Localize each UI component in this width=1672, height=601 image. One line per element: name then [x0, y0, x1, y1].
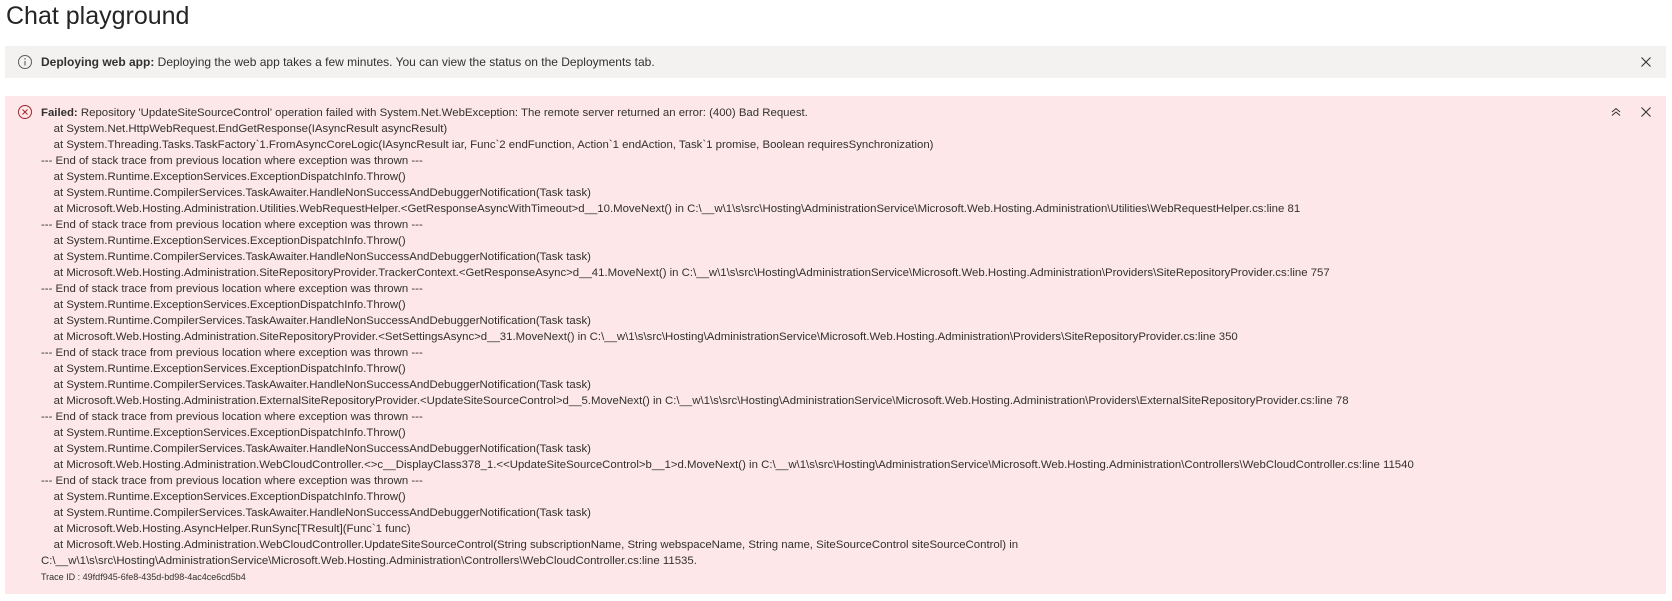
deployment-info-bar: Deploying web app: Deploying the web app… [5, 46, 1666, 78]
stack-trace-line: at System.Runtime.ExceptionServices.Exce… [41, 299, 406, 311]
stack-trace-line: at System.Threading.Tasks.TaskFactory`1.… [41, 139, 934, 151]
error-headline: Failed: Repository 'UpdateSiteSourceCont… [41, 105, 1414, 121]
stack-trace-line: C:\__w\1\s\src\Hosting\AdministrationSer… [41, 555, 697, 567]
collapse-button[interactable] [1608, 104, 1624, 120]
stack-trace-line: at System.Runtime.ExceptionServices.Exce… [41, 491, 406, 503]
stack-trace-line: at Microsoft.Web.Hosting.Administration.… [41, 267, 1330, 279]
stack-trace-line: at System.Runtime.CompilerServices.TaskA… [41, 379, 591, 391]
info-text: Deploying the web app takes a few minute… [154, 55, 655, 69]
stack-trace-line: --- End of stack trace from previous loc… [41, 347, 423, 359]
stack-trace-line: at Microsoft.Web.Hosting.Administration.… [41, 539, 1019, 551]
error-message-bar: Failed: Repository 'UpdateSiteSourceCont… [5, 96, 1666, 594]
stack-trace-line: at System.Runtime.CompilerServices.TaskA… [41, 251, 591, 263]
stack-trace-line: at Microsoft.Web.Hosting.Administration.… [41, 395, 1349, 407]
stack-trace-line: --- End of stack trace from previous loc… [41, 475, 423, 487]
stack-trace-line: at System.Runtime.ExceptionServices.Exce… [41, 427, 406, 439]
info-lead: Deploying web app: [41, 55, 155, 69]
stack-trace-line: at System.Runtime.CompilerServices.TaskA… [41, 315, 591, 327]
stack-trace-line: at System.Runtime.CompilerServices.TaskA… [41, 443, 591, 455]
stack-trace-line: at Microsoft.Web.Hosting.Administration.… [41, 203, 1301, 215]
close-icon [1641, 107, 1651, 117]
stack-trace-line: --- End of stack trace from previous loc… [41, 219, 423, 231]
error-close-button[interactable] [1638, 104, 1654, 120]
stack-trace-line: at System.Net.HttpWebRequest.EndGetRespo… [41, 123, 448, 135]
stack-trace-line: at System.Runtime.ExceptionServices.Exce… [41, 171, 406, 183]
stack-trace: at System.Net.HttpWebRequest.EndGetRespo… [41, 121, 1414, 569]
page-title: Chat playground [6, 2, 190, 30]
stack-trace-line: at System.Runtime.ExceptionServices.Exce… [41, 363, 406, 375]
error-circle-icon [17, 104, 33, 120]
stack-trace-line: at Microsoft.Web.Hosting.Administration.… [41, 331, 1238, 343]
stack-trace-line: --- End of stack trace from previous loc… [41, 283, 423, 295]
info-message: Deploying web app: Deploying the web app… [41, 55, 655, 70]
error-text: Repository 'UpdateSiteSourceControl' ope… [77, 107, 808, 119]
chevron-double-up-icon [1611, 107, 1621, 116]
trace-id: Trace ID : 49fdf945-6fe8-435d-bd98-4ac4c… [41, 572, 246, 582]
info-icon [17, 54, 33, 70]
stack-trace-line: at System.Runtime.CompilerServices.TaskA… [41, 507, 591, 519]
stack-trace-line: --- End of stack trace from previous loc… [41, 155, 423, 167]
info-close-button[interactable] [1638, 54, 1654, 70]
error-message: Failed: Repository 'UpdateSiteSourceCont… [41, 105, 1414, 584]
stack-trace-line: at System.Runtime.ExceptionServices.Exce… [41, 235, 406, 247]
stack-trace-line: --- End of stack trace from previous loc… [41, 411, 423, 423]
close-icon [1641, 57, 1651, 67]
error-lead: Failed: [41, 107, 78, 119]
stack-trace-line: at Microsoft.Web.Hosting.Administration.… [41, 459, 1414, 471]
stack-trace-line: at System.Runtime.CompilerServices.TaskA… [41, 187, 591, 199]
stack-trace-line: at Microsoft.Web.Hosting.AsyncHelper.Run… [41, 523, 411, 535]
